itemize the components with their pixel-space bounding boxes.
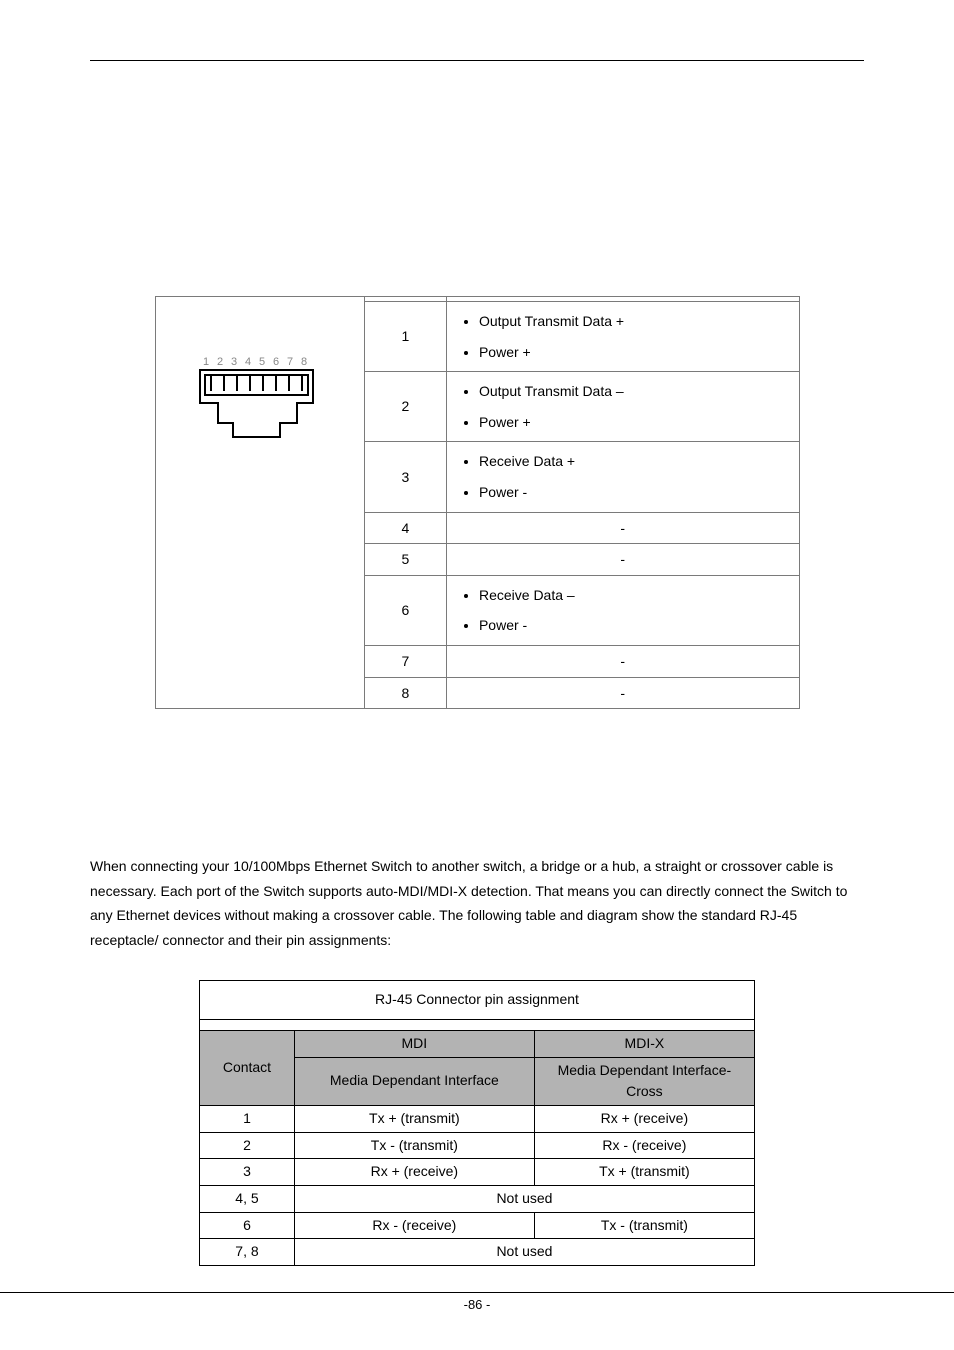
rj45-pin-numbers: 1	[203, 356, 209, 368]
pin-cell: 3	[364, 442, 446, 512]
svg-text:4: 4	[245, 356, 251, 368]
header-mdi-bottom: Media Dependant Interface	[294, 1057, 534, 1105]
desc-cell: -	[446, 645, 799, 677]
desc-item: Power -	[479, 612, 793, 639]
t2-contact: 1	[200, 1105, 295, 1132]
t2-mdi: Tx - (transmit)	[294, 1132, 534, 1159]
t2-mdi: Rx - (receive)	[294, 1212, 534, 1239]
page: 1 2 3 4 5 6 7 8	[0, 0, 954, 1350]
desc-cell: Receive Data + Power -	[446, 442, 799, 512]
header-mdix-top: MDI-X	[534, 1030, 754, 1057]
desc-cell: Receive Data – Power -	[446, 575, 799, 645]
svg-text:2: 2	[217, 356, 223, 368]
svg-text:6: 6	[273, 356, 279, 368]
desc-item: Receive Data +	[479, 448, 793, 475]
desc-item: Power -	[479, 479, 793, 506]
t2-mdi: Rx + (receive)	[294, 1159, 534, 1186]
bottom-rule	[0, 1292, 954, 1293]
t2-span: Not used	[294, 1185, 754, 1212]
table2-spacer	[200, 1019, 755, 1030]
top-rule	[90, 60, 864, 61]
desc-cell: -	[446, 512, 799, 544]
desc-item: Receive Data –	[479, 582, 793, 609]
pin-cell: 6	[364, 575, 446, 645]
svg-text:3: 3	[231, 356, 237, 368]
desc-cell: -	[446, 544, 799, 576]
pin-assignment-table: RJ-45 Connector pin assignment Contact M…	[199, 980, 755, 1266]
t2-mdix: Rx - (receive)	[534, 1132, 754, 1159]
t2-mdi: Tx + (transmit)	[294, 1105, 534, 1132]
t2-contact: 2	[200, 1132, 295, 1159]
header-mdix-bottom: Media Dependant Interface-Cross	[534, 1057, 754, 1105]
svg-text:7: 7	[287, 356, 293, 368]
desc-cell: -	[446, 677, 799, 709]
t2-mdix: Tx - (transmit)	[534, 1212, 754, 1239]
rj45-diagram: 1 2 3 4 5 6 7 8	[185, 345, 335, 445]
desc-item: Power +	[479, 409, 793, 436]
page-number-text: -86 -	[0, 1297, 954, 1312]
t2-contact: 6	[200, 1212, 295, 1239]
table2-title: RJ-45 Connector pin assignment	[200, 981, 755, 1020]
desc-cell: Output Transmit Data + Power +	[446, 302, 799, 372]
desc-item: Output Transmit Data +	[479, 308, 793, 335]
pin-cell: 4	[364, 512, 446, 544]
pin-cell: 7	[364, 645, 446, 677]
pin-description-table: 1 2 3 4 5 6 7 8	[155, 296, 800, 709]
connector-image-cell: 1 2 3 4 5 6 7 8	[155, 297, 364, 709]
body-paragraph: When connecting your 10/100Mbps Ethernet…	[90, 854, 864, 952]
pin-cell: 8	[364, 677, 446, 709]
desc-item: Power +	[479, 339, 793, 366]
header-mdi-top: MDI	[294, 1030, 534, 1057]
pin-cell: 1	[364, 302, 446, 372]
pin-cell: 2	[364, 372, 446, 442]
svg-text:8: 8	[301, 356, 307, 368]
desc-cell: Output Transmit Data – Power +	[446, 372, 799, 442]
header-contact: Contact	[200, 1030, 295, 1105]
t2-mdix: Rx + (receive)	[534, 1105, 754, 1132]
page-number: -86 -	[0, 1262, 954, 1312]
t2-contact: 3	[200, 1159, 295, 1186]
svg-text:5: 5	[259, 356, 265, 368]
pin-cell: 5	[364, 544, 446, 576]
t2-contact: 4, 5	[200, 1185, 295, 1212]
desc-item: Output Transmit Data –	[479, 378, 793, 405]
t2-mdix: Tx + (transmit)	[534, 1159, 754, 1186]
